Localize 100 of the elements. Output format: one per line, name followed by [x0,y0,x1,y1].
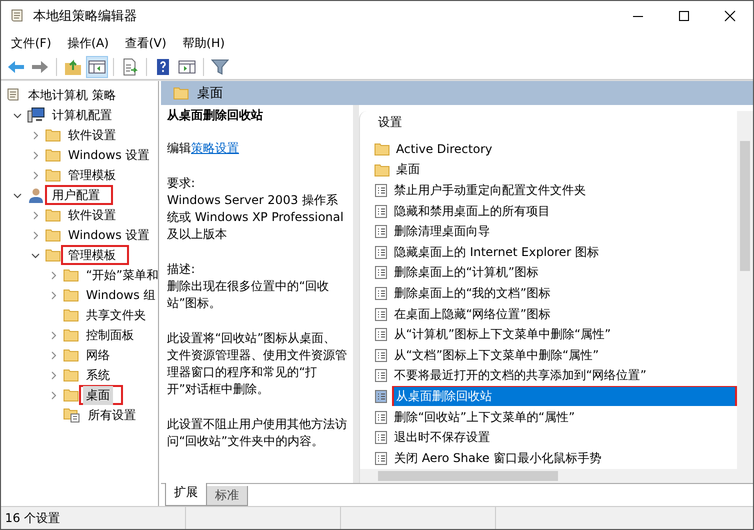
pane-toggle-icon[interactable] [86,56,108,78]
chevron-right-icon[interactable] [49,330,58,340]
policy-title: 从桌面删除回收站 [167,107,264,124]
chevron-right-icon[interactable] [31,130,40,140]
window-title: 本地组策略编辑器 [33,8,137,25]
setting-item[interactable]: 隐藏和禁用桌面上的所有项目 [392,202,737,221]
tree-item[interactable]: 计算机配置 [49,106,115,124]
scroll-icon [5,87,21,103]
tree-item[interactable]: Windows 设置 [65,146,152,164]
tree-item[interactable]: “开始”菜单和 [83,266,158,284]
setting-item[interactable]: 从“计算机”图标上下文菜单中删除“属性” [392,325,737,344]
folder-icon [45,208,61,222]
edit-label: 编辑 [167,141,191,155]
chevron-right-icon[interactable] [49,270,58,280]
setting-item[interactable]: 不要将最近打开的文档的共享添加到“网络位置” [392,366,737,386]
close-icon[interactable] [724,10,736,22]
setting-icon [374,204,388,219]
maximize-icon[interactable] [678,10,690,22]
folder-icon [45,248,61,262]
folder-icon [45,228,61,242]
setting-item[interactable]: 从桌面删除回收站 [394,386,735,406]
setting-icon [374,430,388,446]
description-paragraph: 此设置不阻止用户使用其他方法访问“回收站”文件夹中的内容。 [167,416,347,450]
folder-icon [63,348,79,362]
setting-icon [374,224,388,240]
menu-item[interactable]: 查看(V) [118,32,172,54]
description-paragraph: 此设置将“回收站”图标从桌面、文件资源管理器、使用文件资源管理器窗口的程序和常见的“打开”对话框中删除。 [167,330,347,398]
folder-icon [63,308,79,322]
requirements-label: 要求: [167,175,196,192]
setting-item[interactable]: 关闭 Aero Shake 窗口最小化鼠标手势 [392,448,737,468]
folder-icon [45,148,61,162]
chevron-down-icon[interactable] [13,110,22,120]
column-header[interactable]: 设置 [374,111,737,133]
tab[interactable]: 标准 [206,486,248,506]
chevron-right-icon[interactable] [49,370,58,380]
tab[interactable]: 扩展 [165,483,207,506]
tree-item[interactable]: 桌面 [83,386,113,404]
user-icon [27,187,45,203]
description-text: 删除出现在很多位置中的“回收站”图标。 [167,278,330,312]
menu-item[interactable]: 帮助(H) [176,32,231,54]
scroll-icon [9,8,25,24]
tree-item[interactable]: 软件设置 [65,206,119,224]
setting-item[interactable]: 在桌面上隐藏“网络位置”图标 [392,304,737,324]
scrollbar[interactable] [353,105,359,483]
setting-icon [374,265,388,280]
chevron-down-icon[interactable] [31,250,40,260]
tree-item[interactable]: 管理模板 [65,246,119,264]
setting-icon [374,182,388,198]
tree-item[interactable]: 控制面板 [83,326,137,344]
setting-item[interactable]: 从“文档”图标上下文菜单中删除“属性” [392,346,737,365]
tree-item[interactable]: 管理模板 [65,166,119,184]
chevron-right-icon[interactable] [49,350,58,360]
horizontal-scrollbar[interactable] [360,469,737,483]
computer-icon [27,107,45,123]
folder-icon [45,128,61,142]
menu-item[interactable]: 文件(F) [5,32,58,54]
setting-icon [374,306,388,322]
setting-icon [374,244,388,260]
setting-icon [374,410,388,425]
setting-item[interactable]: 删除桌面上的“计算机”图标 [392,263,737,282]
chevron-right-icon[interactable] [31,170,40,180]
tree-item[interactable]: Windows 组 [83,286,158,304]
requirements-text: Windows Server 2003 操作系统或 Windows XP Professional 及以上版本 [167,192,345,243]
tree-item[interactable]: 网络 [83,346,113,364]
setting-icon [374,286,388,301]
tree-item[interactable]: 共享文件夹 [83,306,149,324]
vertical-scrollbar[interactable] [737,111,753,483]
chevron-right-icon[interactable] [31,150,40,160]
chevron-down-icon[interactable] [13,190,22,200]
description-label: 描述: [167,261,196,278]
tree-item[interactable]: 用户配置 [49,186,103,204]
setting-item[interactable]: 删除清理桌面向导 [392,222,737,242]
tree-item[interactable]: 系统 [83,366,113,384]
setting-item[interactable]: Active Directory [394,141,737,158]
folder-icon [63,368,79,382]
chevron-right-icon[interactable] [31,230,40,240]
setting-item[interactable]: 退出时不保存设置 [392,428,737,448]
menu-item[interactable]: 操作(A) [61,32,115,54]
setting-item[interactable]: 隐藏桌面上的 Internet Explorer 图标 [392,242,737,262]
tree-item[interactable]: 本地计算机 策略 [25,86,119,104]
setting-item[interactable]: 删除桌面上的“我的文档”图标 [392,284,737,303]
header-title: 桌面 [197,85,223,102]
setting-icon [374,450,388,466]
setting-item[interactable]: 桌面 [394,160,737,180]
chevron-right-icon[interactable] [31,210,40,220]
folder-icon [45,168,61,182]
folder-icon [63,388,79,402]
policy-settings-link[interactable]: 策略设置 [191,141,239,155]
setting-item[interactable]: 禁止用户手动重定向配置文件文件夹 [392,180,737,200]
chevron-right-icon[interactable] [49,390,58,400]
tree-item[interactable]: Windows 设置 [65,226,152,244]
setting-icon [374,368,388,384]
folder-settings-icon [63,407,81,423]
chevron-right-icon[interactable] [49,290,58,300]
folder-icon [374,162,390,177]
setting-item[interactable]: 删除“回收站”上下文菜单的“属性” [392,408,737,427]
folder-icon [374,142,390,156]
tree-item[interactable]: 所有设置 [85,406,139,424]
tree-item[interactable]: 软件设置 [65,126,119,144]
setting-icon [374,327,388,342]
